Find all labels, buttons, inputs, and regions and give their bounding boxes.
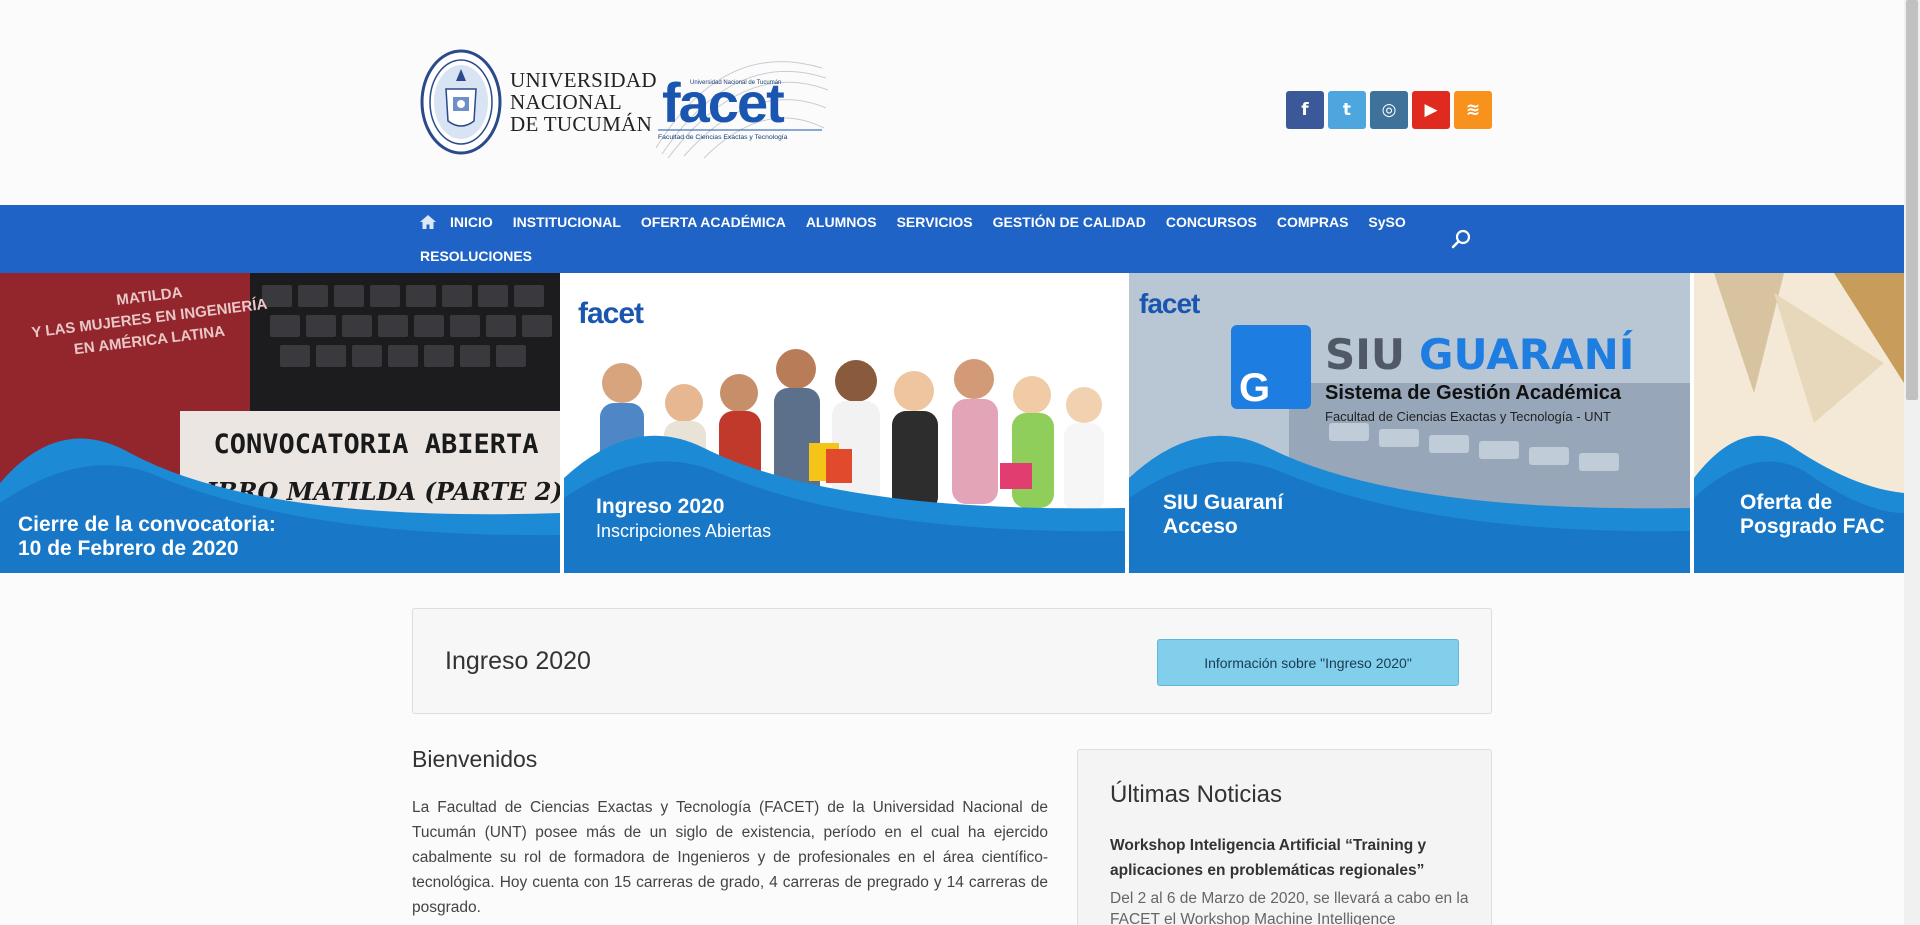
slide-caption-line: Ingreso 2020 [596, 495, 725, 518]
search-icon[interactable] [1450, 228, 1472, 250]
nav-row-1: INICIO INSTITUCIONAL OFERTA ACADÉMICA AL… [420, 205, 1492, 239]
facet-logo[interactable]: facet Universidad Nacional de Tucumán Fa… [654, 48, 829, 160]
welcome-body: La Facultad de Ciencias Exactas y Tecnol… [412, 799, 1048, 916]
ingreso-cta-box: Ingreso 2020 Información sobre "Ingreso … [412, 608, 1492, 714]
slide-matilda[interactable]: MATILDA Y LAS MUJERES EN INGENIERÍA EN A… [0, 273, 560, 573]
ingreso-info-button[interactable]: Información sobre "Ingreso 2020" [1157, 639, 1459, 686]
nav-item-oferta-academica[interactable]: OFERTA ACADÉMICA [641, 214, 786, 230]
welcome-heading: Bienvenidos [412, 746, 538, 772]
unt-logo[interactable]: UNIVERSIDAD NACIONAL DE TUCUMÁN [420, 49, 657, 155]
slide-caption-line: SIU Guaraní [1163, 491, 1284, 514]
nav-row-2: RESOLUCIONES [420, 239, 1492, 273]
hero-slider: MATILDA Y LAS MUJERES EN INGENIERÍA EN A… [0, 273, 1904, 573]
nav-item-concursos[interactable]: CONCURSOS [1166, 214, 1257, 230]
news-item-title[interactable]: Workshop Inteligencia Artificial “Traini… [1110, 833, 1470, 883]
nav-inner: INICIO INSTITUCIONAL OFERTA ACADÉMICA AL… [420, 205, 1492, 273]
rss-icon[interactable]: ≋ [1454, 91, 1492, 129]
nav-item-compras[interactable]: COMPRAS [1277, 214, 1349, 230]
instagram-icon[interactable]: ◎ [1370, 91, 1408, 129]
slide-caption-line: Inscripciones Abiertas [596, 521, 772, 541]
slide-siu-brand-sub: Sistema de Gestión Académica [1325, 382, 1622, 404]
nav-item-gestion-calidad[interactable]: GESTIÓN DE CALIDAD [993, 214, 1146, 230]
slide-caption-line: Cierre de la convocatoria: [18, 513, 276, 536]
slide-caption-line: Oferta de [1740, 491, 1833, 514]
facebook-icon[interactable]: f [1286, 91, 1324, 129]
slide-posgrado[interactable]: Oferta de Posgrado FAC [1694, 273, 1904, 573]
slide-matilda-title: CONVOCATORIA ABIERTA [213, 429, 538, 460]
unt-name-line: NACIONAL [510, 90, 623, 114]
slide-siu-guarani[interactable]: facet G SIU GUARANÍ Sistema de Gestión A… [1129, 273, 1690, 573]
nav-item-resoluciones[interactable]: RESOLUCIONES [420, 248, 532, 264]
slide-matilda-caption: Cierre de la convocatoria: 10 de Febrero… [18, 513, 276, 561]
slide-siu-brand-a: SIU [1325, 330, 1405, 379]
slide-ingreso[interactable]: facet Ingreso 2020 Inscripciones Abierta… [564, 273, 1125, 573]
unt-name: UNIVERSIDAD NACIONAL DE TUCUMÁN [510, 69, 657, 135]
nav-item-servicios[interactable]: SERVICIOS [897, 214, 973, 230]
nav-item-institucional[interactable]: INSTITUCIONAL [513, 214, 621, 230]
youtube-icon[interactable]: ▶ [1412, 91, 1450, 129]
news-heading: Últimas Noticias [1110, 781, 1283, 808]
slide-siu-brand-sub2: Facultad de Ciencias Exactas y Tecnologí… [1325, 409, 1611, 424]
slide-caption-line: 10 de Febrero de 2020 [18, 537, 239, 560]
cta-title: Ingreso 2020 [445, 647, 591, 675]
social-links: f t ◎ ▶ ≋ [1286, 91, 1492, 129]
unt-name-line: DE TUCUMÁN [510, 112, 653, 136]
site-header: UNIVERSIDAD NACIONAL DE TUCUMÁN facet Un… [0, 0, 1904, 205]
slide-posgrado-caption: Oferta de Posgrado FAC [1740, 491, 1885, 539]
unt-name-line: UNIVERSIDAD [510, 68, 657, 92]
slide-siu-caption: SIU Guaraní Acceso [1163, 491, 1283, 539]
slide-siu-brand-b: GUARANÍ [1419, 329, 1634, 379]
svg-text:G: G [1239, 366, 1270, 410]
slide-ingreso-caption: Ingreso 2020 Inscripciones Abiertas [596, 495, 771, 543]
facet-logo-top: Universidad Nacional de Tucumán [690, 80, 781, 86]
news-item-body: Del 2 al 6 de Marzo de 2020, se llevará … [1110, 890, 1469, 925]
home-icon[interactable] [420, 215, 436, 229]
unt-seal-icon [420, 49, 502, 155]
scrollbar-thumb[interactable] [1906, 0, 1918, 400]
slide-ingreso-logo: facet [578, 297, 644, 330]
news-widget: Últimas Noticias Workshop Inteligencia A… [1077, 749, 1492, 925]
page-scrollbar[interactable] [1904, 0, 1920, 925]
slide-siu-logo: facet [1139, 288, 1200, 319]
facet-logo-sub: Facultad de Ciencias Exactas y Tecnologí… [658, 134, 788, 141]
slide-caption-line: Posgrado FAC [1740, 515, 1885, 538]
slide-caption-line: Acceso [1163, 515, 1238, 538]
nav-item-inicio[interactable]: INICIO [450, 214, 493, 230]
nav-item-syso[interactable]: SySO [1368, 214, 1405, 230]
nav-item-alumnos[interactable]: ALUMNOS [806, 214, 877, 230]
main-nav: INICIO INSTITUCIONAL OFERTA ACADÉMICA AL… [0, 205, 1904, 273]
welcome-section: Bienvenidos La Facultad de Ciencias Exac… [412, 746, 1048, 920]
twitter-icon[interactable]: t [1328, 91, 1366, 129]
